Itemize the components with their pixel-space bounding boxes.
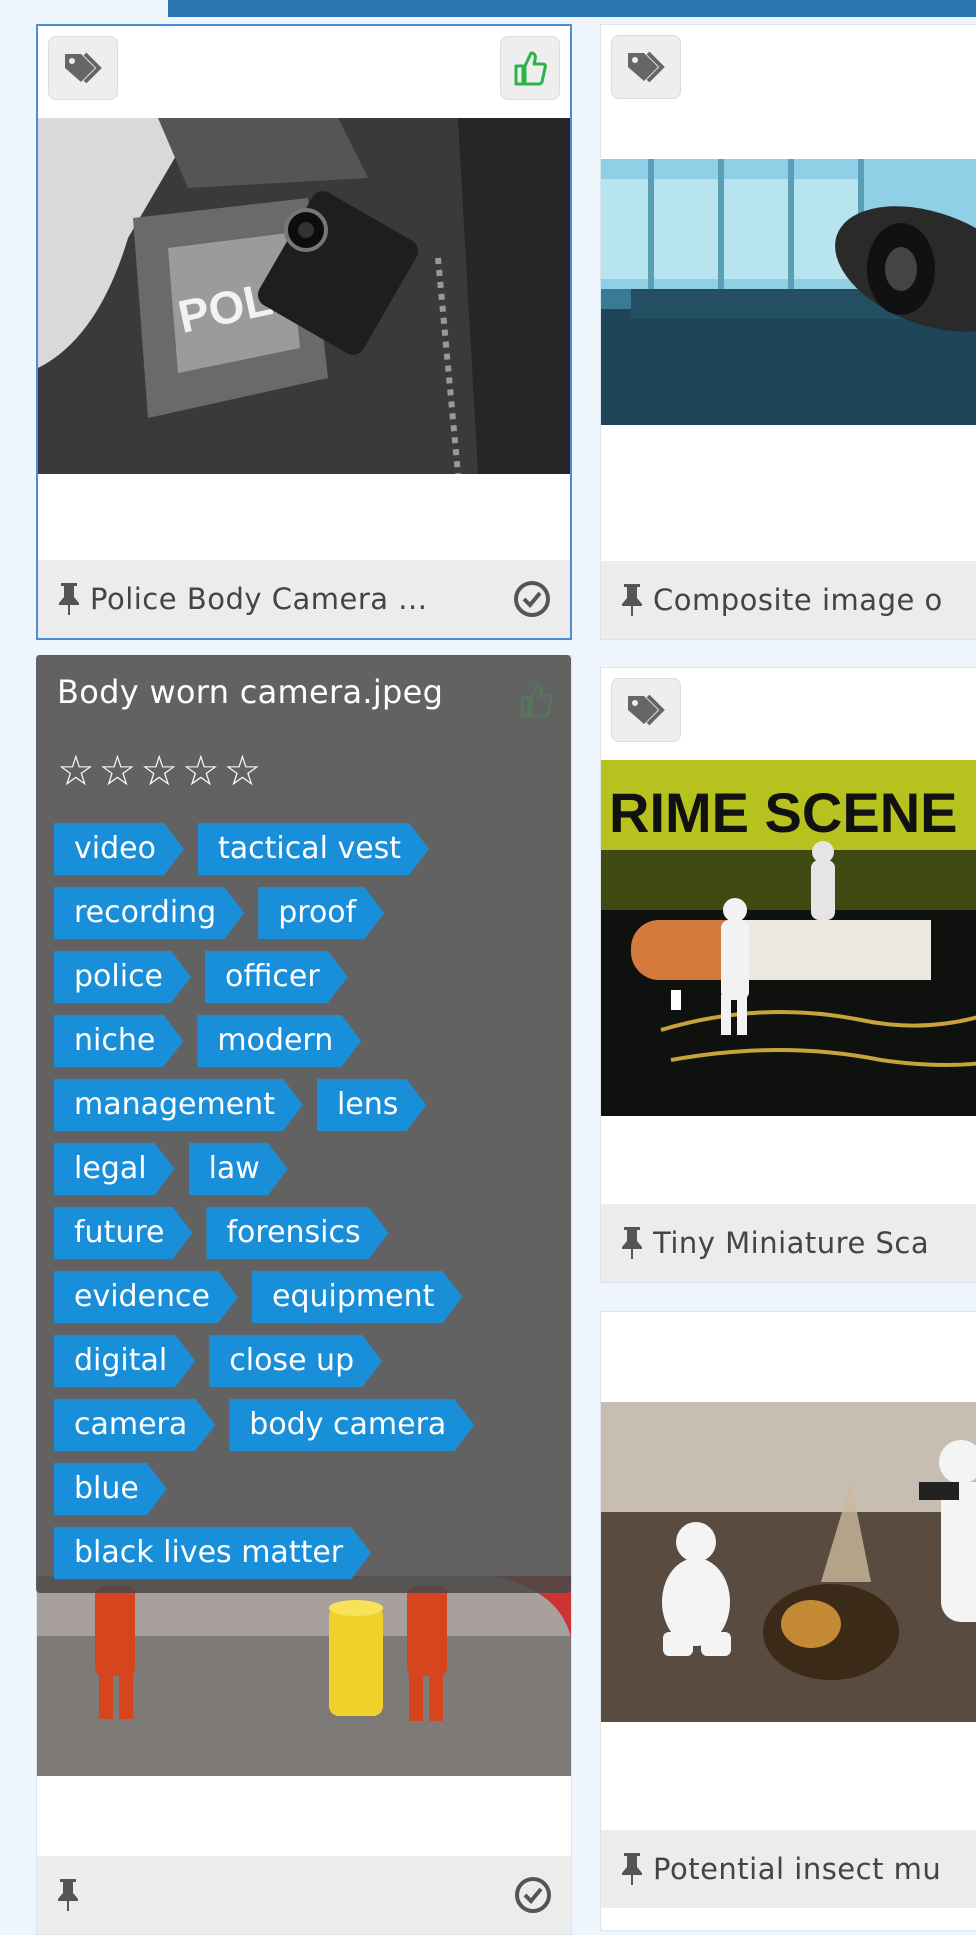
keyword-tag[interactable]: digital [54, 1335, 195, 1387]
image-filename: Body worn camera.jpeg [57, 673, 444, 711]
check-circle-icon[interactable] [513, 1875, 553, 1915]
pin-icon[interactable] [55, 1877, 81, 1913]
tag-row: management lens [54, 1073, 554, 1137]
keyword-tag[interactable]: law [189, 1143, 288, 1195]
keyword-tag[interactable]: forensics [206, 1207, 388, 1259]
check-circle-icon[interactable] [512, 579, 552, 619]
keyword-tag[interactable]: blue [54, 1463, 167, 1515]
card-title: Composite image o [653, 583, 943, 617]
tag-row: black lives matter [54, 1521, 554, 1585]
card-footer: Police Body Camera ... [38, 560, 570, 638]
keyword-tag[interactable]: black lives matter [54, 1527, 371, 1579]
star-icon[interactable]: ☆ [140, 749, 178, 793]
keyword-tag[interactable]: evidence [54, 1271, 238, 1323]
keyword-tag[interactable]: police [54, 951, 191, 1003]
tag-icon [628, 51, 665, 83]
thumbnail-tiny-miniature[interactable]: RIME SCENE D [601, 760, 976, 1116]
pin-icon[interactable] [619, 1225, 645, 1261]
star-icon[interactable]: ☆ [99, 749, 137, 793]
thumbnail-composite[interactable] [601, 159, 976, 425]
keyword-tag[interactable]: camera [54, 1399, 215, 1451]
tag-row: camera body camera [54, 1393, 554, 1457]
tag-row: niche modern [54, 1009, 554, 1073]
card-title: Tiny Miniature Sca [653, 1226, 930, 1260]
tag-row: future forensics [54, 1201, 554, 1265]
card-title: Police Body Camera ... [90, 582, 428, 616]
thumbnail-potential-insect[interactable] [601, 1402, 976, 1722]
tag-button[interactable] [611, 678, 681, 742]
image-card-tiny-miniature[interactable]: RIME SCENE D Tiny Miniature Sca [600, 667, 976, 1283]
tag-list: video tactical vest recording proof police of… [54, 817, 554, 1585]
thumbnail-police-body-camera[interactable]: POLICE [38, 118, 570, 474]
tag-hover-panel[interactable]: Body worn camera.jpeg ☆ ☆ ☆ ☆ ☆ video tactica… [36, 655, 571, 1593]
thumbs-up-icon[interactable] [519, 681, 553, 723]
keyword-tag[interactable]: future [54, 1207, 192, 1259]
tag-row: legal law [54, 1137, 554, 1201]
tag-icon [65, 52, 102, 84]
image-card-police-body-camera[interactable]: POLICE Police Body Camera ... [36, 24, 572, 640]
thumbnail-miniature-hazmat[interactable] [37, 1576, 571, 1776]
keyword-tag[interactable]: equipment [252, 1271, 462, 1323]
card-footer [37, 1856, 571, 1934]
card-footer: Potential insect mu [601, 1830, 976, 1908]
image-card-composite[interactable]: Composite image o [600, 24, 976, 640]
pin-icon[interactable] [619, 582, 645, 618]
top-bar [168, 0, 976, 17]
keyword-tag[interactable]: modern [197, 1015, 361, 1067]
tag-row: blue [54, 1457, 554, 1521]
svg-text:RIME SCENE D: RIME SCENE D [609, 781, 976, 844]
thumbs-up-icon [514, 51, 547, 86]
card-title: Potential insect mu [653, 1852, 942, 1886]
keyword-tag[interactable]: recording [54, 887, 244, 939]
keyword-tag[interactable]: tactical vest [198, 823, 429, 875]
left-margin [0, 0, 20, 1909]
card-footer: Composite image o [601, 561, 976, 639]
keyword-tag[interactable]: management [54, 1079, 303, 1131]
keyword-tag[interactable]: legal [54, 1143, 175, 1195]
keyword-tag[interactable]: proof [258, 887, 384, 939]
keyword-tag[interactable]: niche [54, 1015, 183, 1067]
pin-icon[interactable] [56, 581, 82, 617]
star-rating[interactable]: ☆ ☆ ☆ ☆ ☆ [57, 749, 261, 793]
keyword-tag[interactable]: officer [205, 951, 348, 1003]
star-icon[interactable]: ☆ [182, 749, 220, 793]
pin-icon[interactable] [619, 1851, 645, 1887]
star-icon[interactable]: ☆ [57, 749, 95, 793]
card-footer: Tiny Miniature Sca [601, 1204, 976, 1282]
image-card-potential-insect[interactable]: Potential insect mu [600, 1311, 976, 1931]
tag-icon [628, 694, 665, 726]
keyword-tag[interactable]: lens [317, 1079, 426, 1131]
tag-row: digital close up [54, 1329, 554, 1393]
keyword-tag[interactable]: video [54, 823, 184, 875]
tag-row: recording proof [54, 881, 554, 945]
tag-button[interactable] [611, 35, 681, 99]
tag-row: video tactical vest [54, 817, 554, 881]
keyword-tag[interactable]: body camera [229, 1399, 474, 1451]
star-icon[interactable]: ☆ [224, 749, 262, 793]
tag-row: evidence equipment [54, 1265, 554, 1329]
tag-row: police officer [54, 945, 554, 1009]
like-button[interactable] [500, 36, 560, 100]
tag-button[interactable] [48, 36, 118, 100]
keyword-tag[interactable]: close up [209, 1335, 382, 1387]
